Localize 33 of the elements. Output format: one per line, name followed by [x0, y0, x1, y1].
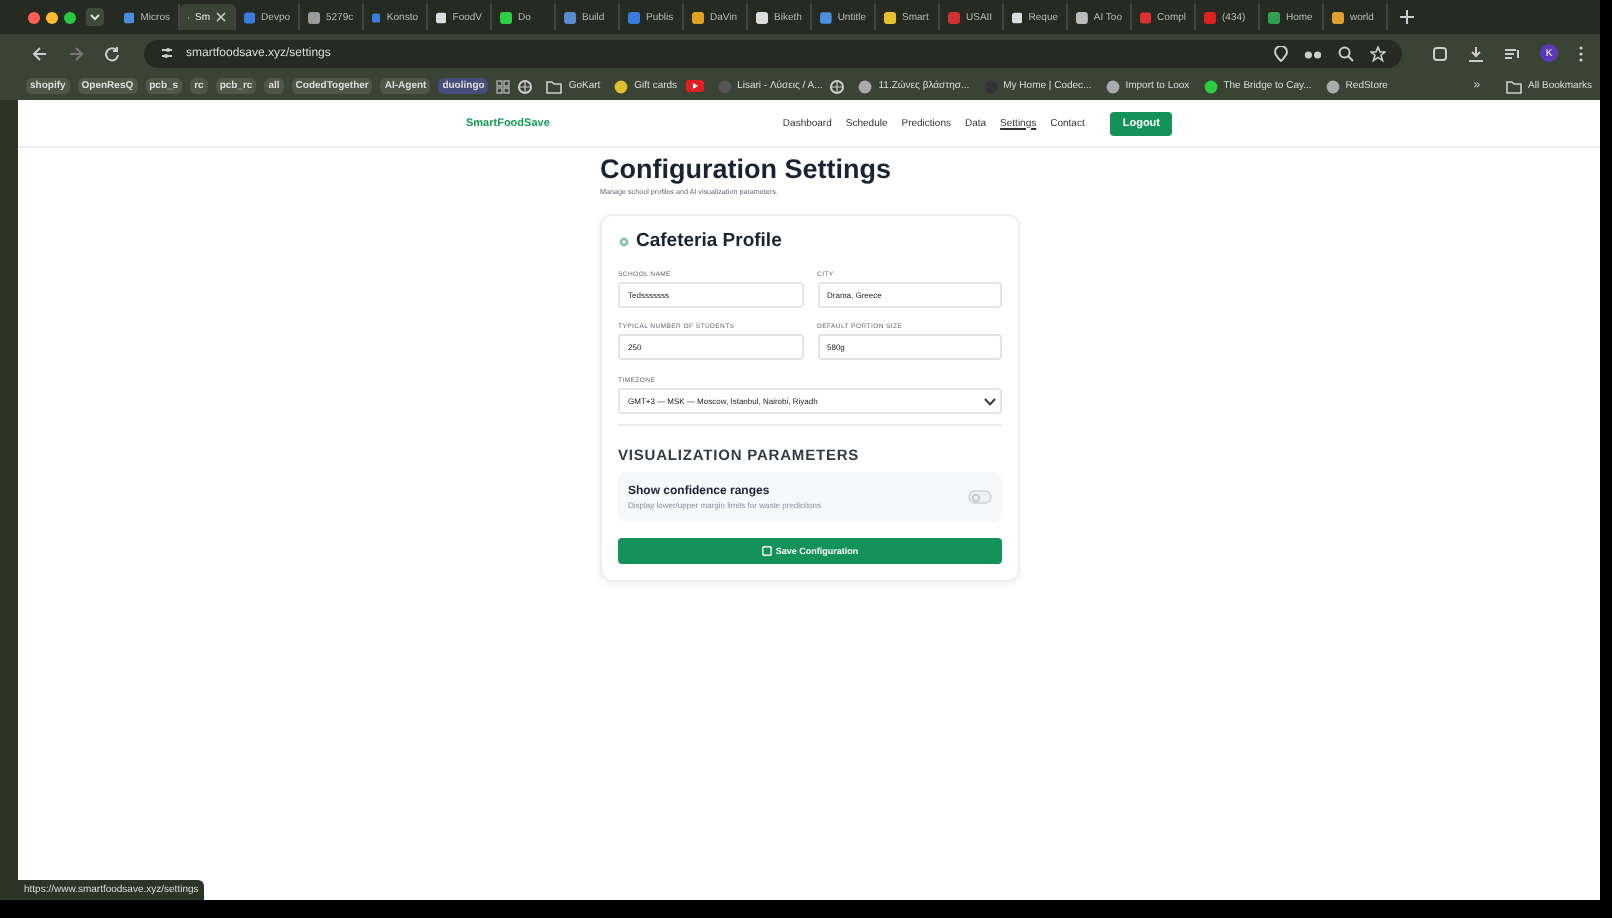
- location-icon[interactable]: [1274, 45, 1288, 61]
- forward-icon: [68, 45, 84, 61]
- grid-icon[interactable]: [496, 79, 511, 93]
- gear-icon: [618, 235, 630, 247]
- more-icon[interactable]: [1578, 45, 1584, 61]
- folder-icon: [546, 79, 563, 93]
- media-icon[interactable]: [1504, 45, 1520, 61]
- video-icon[interactable]: [685, 80, 704, 92]
- zoom-icon[interactable]: [1338, 45, 1354, 61]
- reload-icon[interactable]: [104, 45, 120, 61]
- bookmark-favicon-icon: [1105, 79, 1120, 93]
- back-icon[interactable]: [32, 45, 48, 61]
- star-icon[interactable]: [1370, 45, 1386, 61]
- bookmark-favicon-icon: [858, 79, 873, 93]
- toggle-switch[interactable]: [968, 490, 992, 504]
- close-icon[interactable]: [216, 12, 226, 22]
- page-title: Configuration Settings: [600, 154, 893, 184]
- tab-list-icon[interactable]: [86, 8, 104, 26]
- globe-icon[interactable]: [830, 79, 845, 93]
- extensions-icon[interactable]: [1432, 45, 1448, 61]
- download-icon[interactable]: [1468, 45, 1484, 61]
- globe-icon[interactable]: [518, 79, 533, 93]
- new-tab-icon[interactable]: [1400, 10, 1414, 24]
- glasses-icon[interactable]: [1304, 47, 1322, 59]
- folder-icon: [1506, 79, 1523, 93]
- save-icon: [761, 546, 772, 556]
- bookmark-favicon-icon: [717, 79, 732, 93]
- card-title: Cafeteria Profile: [636, 230, 782, 252]
- bookmark-favicon-icon: [1203, 79, 1218, 93]
- bookmark-favicon-icon: [1325, 79, 1340, 93]
- chevron-down-icon: [984, 397, 996, 405]
- site-info-icon[interactable]: [160, 46, 174, 60]
- bookmark-favicon-icon: [614, 79, 629, 93]
